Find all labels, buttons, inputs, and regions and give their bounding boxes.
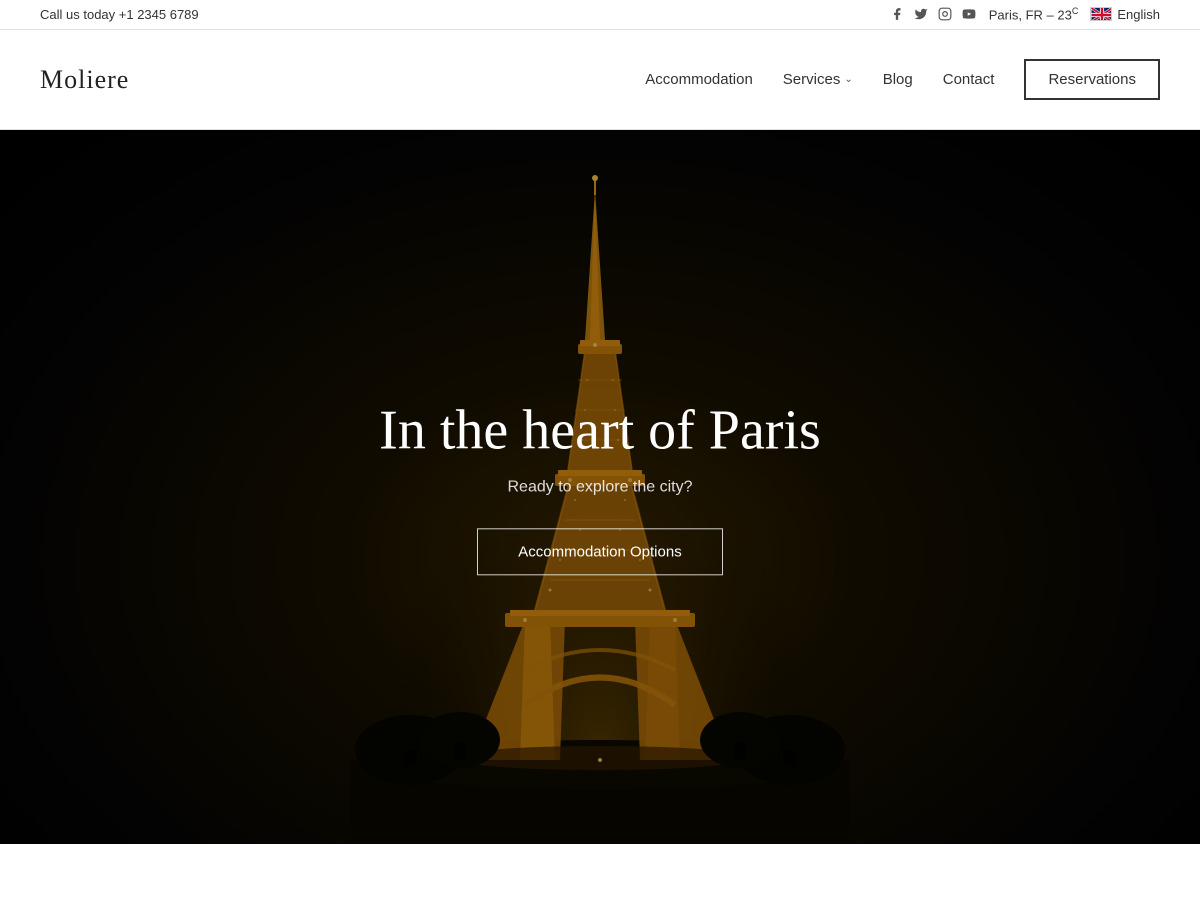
top-bar: Call us today +1 2345 6789 Paris, FR – 2…: [0, 0, 1200, 30]
hero-section: In the heart of Paris Ready to explore t…: [0, 130, 1200, 844]
hero-content: In the heart of Paris Ready to explore t…: [250, 398, 950, 575]
weather-display: Paris, FR – 23C: [989, 6, 1079, 22]
flag-icon: [1090, 7, 1112, 21]
reservations-button[interactable]: Reservations: [1024, 59, 1160, 100]
header: Moliere Accommodation Services ⌄ Blog Co…: [0, 30, 1200, 130]
language-label: English: [1117, 7, 1160, 22]
nav-accommodation[interactable]: Accommodation: [645, 71, 753, 88]
hero-cta-button[interactable]: Accommodation Options: [477, 529, 722, 576]
phone-label: Call us today +1 2345 6789: [40, 7, 199, 22]
logo[interactable]: Moliere: [40, 65, 129, 95]
nav-blog[interactable]: Blog: [883, 71, 913, 88]
top-bar-right: Paris, FR – 23C English: [889, 6, 1160, 22]
instagram-icon[interactable]: [937, 6, 953, 22]
hero-title: In the heart of Paris: [250, 398, 950, 462]
social-icons: [889, 6, 977, 22]
twitter-icon[interactable]: [913, 6, 929, 22]
nav-contact[interactable]: Contact: [943, 71, 995, 88]
navigation: Accommodation Services ⌄ Blog Contact Re…: [645, 59, 1160, 100]
youtube-icon[interactable]: [961, 6, 977, 22]
facebook-icon[interactable]: [889, 6, 905, 22]
nav-services[interactable]: Services ⌄: [783, 71, 853, 88]
hero-subtitle: Ready to explore the city?: [250, 479, 950, 497]
language-selector[interactable]: English: [1090, 7, 1160, 22]
services-dropdown-arrow: ⌄: [844, 74, 852, 85]
